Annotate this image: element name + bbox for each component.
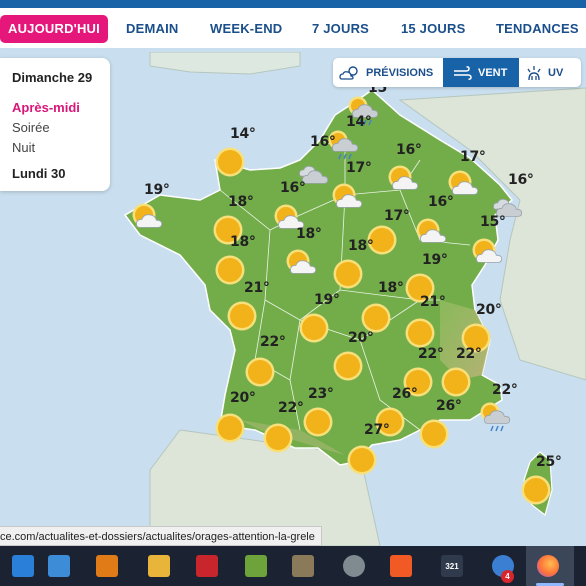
temperature-label: 20° [230,390,256,406]
mode-uv-label: UV [548,66,564,79]
temperature-label: 18° [296,226,322,242]
temperature-label: 22° [260,334,286,350]
temperature-label: 21° [420,294,446,310]
temperature-label: 20° [476,302,502,318]
temperature-label: 17° [460,149,486,165]
sun-icon[interactable] [215,147,245,177]
temperature-label: 15° [480,214,506,230]
wind-icon [454,65,472,80]
sun-icon[interactable] [405,318,435,348]
sun-icon[interactable] [263,423,293,453]
temperature-label: 14° [346,114,372,130]
partly-cloudy-icon[interactable] [388,165,419,190]
sun-icon[interactable] [521,475,551,505]
period-nuit[interactable]: Nuit [12,140,35,155]
temperature-label: 25° [536,454,562,470]
day-lundi-30[interactable]: Lundi 30 [12,166,65,181]
rain-icon[interactable] [480,402,511,432]
temperature-label: 27° [364,422,390,438]
temperature-label: 21° [244,280,270,296]
store-icon[interactable] [48,555,70,577]
partly-cloudy-icon[interactable] [416,218,447,243]
temperature-label: 26° [392,386,418,402]
day-dimanche-29[interactable]: Dimanche 29 [12,70,92,85]
weather-map-page: AUJOURD'HUI DEMAIN WEEK-END 7 JOURS 15 J… [0,0,586,586]
sun-icon[interactable] [299,313,329,343]
calendar-icon[interactable]: 321 [441,555,463,577]
mode-vent-label: VENT [478,66,508,79]
sun-icon[interactable] [441,367,471,397]
sun-icon[interactable] [419,419,449,449]
mode-previsions-label: PRÉVISIONS [366,66,434,79]
notepad-icon[interactable] [245,555,267,577]
sun-icon[interactable] [333,259,363,289]
sun-icon[interactable] [245,357,275,387]
temperature-label: 18° [378,280,404,296]
eye-icon[interactable] [343,555,365,577]
partly-cloudy-icon[interactable] [332,183,363,208]
sun-icon[interactable] [333,351,363,381]
mode-uv-button[interactable]: UV [525,58,581,87]
temperature-label: 16° [310,134,336,150]
status-bar-url: ce.com/actualites-et-dossiers/actualites… [0,526,322,546]
temperature-label: 16° [280,180,306,196]
temperature-label: 23° [308,386,334,402]
filezilla-icon[interactable] [196,555,218,577]
sun-icon[interactable] [215,255,245,285]
temperature-label: 18° [348,238,374,254]
partly-cloudy-icon[interactable] [286,249,317,274]
sun-icon[interactable] [347,445,377,475]
sun-icon[interactable] [215,413,245,443]
temperature-label: 17° [384,208,410,224]
temperature-label: 22° [278,400,304,416]
sun-icon[interactable] [303,407,333,437]
temperature-label: 22° [456,346,482,362]
temperature-label: 26° [436,398,462,414]
partly-cloudy-icon [339,65,358,80]
temperature-label: 19° [314,292,340,308]
partly-cloudy-icon[interactable] [132,203,163,228]
temperature-label: 16° [428,194,454,210]
download-icon[interactable] [12,555,34,577]
partly-cloudy-icon[interactable] [274,204,305,229]
temperature-label: 19° [144,182,170,198]
paint-icon[interactable] [292,555,314,577]
uv-icon [527,65,541,80]
temperature-label: 18° [228,194,254,210]
xnview-icon[interactable] [96,555,118,577]
temperature-label: 22° [492,382,518,398]
temperature-label: 19° [422,252,448,268]
temperature-label: 18° [230,234,256,250]
temperature-label: 16° [396,142,422,158]
temperature-label: 22° [418,346,444,362]
map-mode-switcher: PRÉVISIONS VENT UV [333,58,581,87]
day-selector-panel: Dimanche 29 Après-midi Soirée Nuit Lundi… [0,58,110,191]
temperature-label: 20° [348,330,374,346]
sun-icon[interactable] [361,303,391,333]
temperature-label: 17° [346,160,372,176]
folder-icon[interactable] [148,555,170,577]
mode-previsions-button[interactable]: PRÉVISIONS [339,58,443,87]
partly-cloudy-icon[interactable] [448,170,479,195]
temperature-label: 14° [230,126,256,142]
sun-icon[interactable] [227,301,257,331]
temperature-label: 16° [508,172,534,188]
brave-icon[interactable] [390,555,412,577]
notification-badge: 4 [501,570,514,583]
partly-cloudy-icon[interactable] [472,238,503,263]
mode-vent-button[interactable]: VENT [443,58,519,87]
firefox-icon[interactable] [537,555,559,577]
period-apres-midi[interactable]: Après-midi [12,100,80,115]
period-soiree[interactable]: Soirée [12,120,50,135]
calendar-icon-text: 321 [445,561,459,571]
